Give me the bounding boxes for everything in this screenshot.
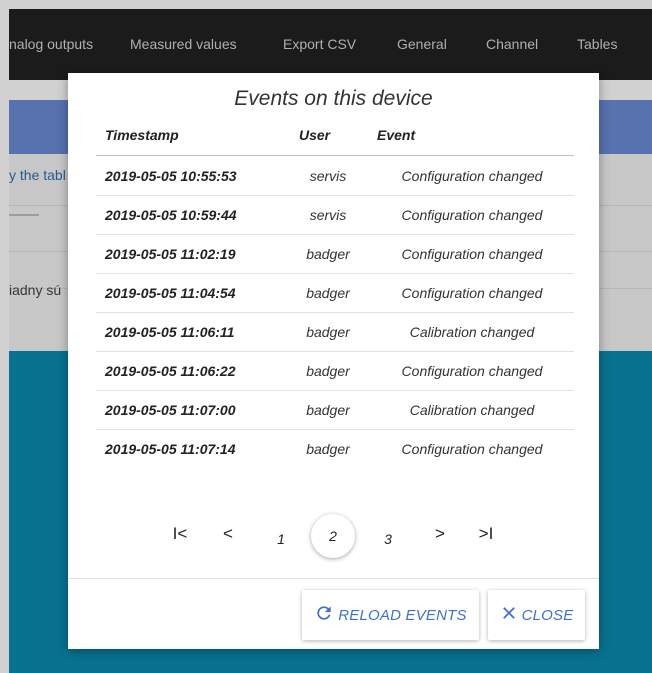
cell-timestamp: 2019-05-05 11:06:22 xyxy=(105,363,236,379)
close-label: CLOSE xyxy=(521,606,574,624)
table-row: 2019-05-05 11:06:11 badger Calibration c… xyxy=(96,313,574,352)
events-dialog: Events on this device Timestamp User Eve… xyxy=(68,73,599,649)
column-header-event: Event xyxy=(377,127,416,143)
cell-user: badger xyxy=(306,441,350,457)
page-2-button-active[interactable]: 2 xyxy=(311,514,355,558)
cell-event: Configuration changed xyxy=(401,441,543,457)
close-icon xyxy=(500,604,518,626)
cell-timestamp: 2019-05-05 11:07:00 xyxy=(105,402,236,418)
table-row: 2019-05-05 11:04:54 badger Configuration… xyxy=(96,274,574,313)
column-header-timestamp: Timestamp xyxy=(105,127,179,143)
table-row: 2019-05-05 11:02:19 badger Configuration… xyxy=(96,235,574,274)
cell-user: servis xyxy=(309,207,347,223)
cell-user: badger xyxy=(306,285,350,301)
table-row: 2019-05-05 11:07:00 badger Calibration c… xyxy=(96,391,574,430)
column-header-user: User xyxy=(299,127,331,143)
cell-user: badger xyxy=(306,324,350,340)
table-row: 2019-05-05 11:06:22 badger Configuration… xyxy=(96,352,574,391)
cell-timestamp: 2019-05-05 11:02:19 xyxy=(105,246,236,262)
cell-timestamp: 2019-05-05 11:06:11 xyxy=(105,324,235,340)
cell-event: Configuration changed xyxy=(401,207,543,223)
cell-timestamp: 2019-05-05 11:07:14 xyxy=(105,441,236,457)
header-divider xyxy=(96,155,574,156)
page-3-button[interactable]: 3 xyxy=(370,521,406,557)
reload-events-label: RELOAD EVENTS xyxy=(338,606,467,624)
page-1-button[interactable]: 1 xyxy=(263,521,299,557)
cell-event: Calibration changed xyxy=(409,324,535,340)
next-page-button[interactable]: > xyxy=(422,516,458,552)
table-row: 2019-05-05 10:59:44 servis Configuration… xyxy=(96,196,574,235)
cell-event: Configuration changed xyxy=(401,168,543,184)
last-page-button[interactable]: >I xyxy=(468,516,504,552)
reload-events-button[interactable]: RELOAD EVENTS xyxy=(302,590,479,640)
table-row: 2019-05-05 10:55:53 servis Configuration… xyxy=(96,157,574,196)
cell-user: badger xyxy=(306,246,350,262)
prev-page-button[interactable]: < xyxy=(210,516,246,552)
cell-user: badger xyxy=(306,402,350,418)
cell-event: Calibration changed xyxy=(409,402,535,418)
cell-timestamp: 2019-05-05 11:04:54 xyxy=(105,285,236,301)
cell-event: Configuration changed xyxy=(401,363,543,379)
footer-divider xyxy=(68,578,599,579)
table-row: 2019-05-05 11:07:14 badger Configuration… xyxy=(96,430,574,468)
cell-user: servis xyxy=(309,168,347,184)
cell-user: badger xyxy=(306,363,350,379)
cell-timestamp: 2019-05-05 10:59:44 xyxy=(105,207,237,223)
refresh-icon xyxy=(314,603,334,627)
cell-timestamp: 2019-05-05 10:55:53 xyxy=(105,168,237,184)
dialog-title: Events on this device xyxy=(234,87,433,110)
cell-event: Configuration changed xyxy=(401,246,543,262)
first-page-button[interactable]: I< xyxy=(162,516,198,552)
close-button[interactable]: CLOSE xyxy=(488,590,585,640)
cell-event: Configuration changed xyxy=(401,285,543,301)
